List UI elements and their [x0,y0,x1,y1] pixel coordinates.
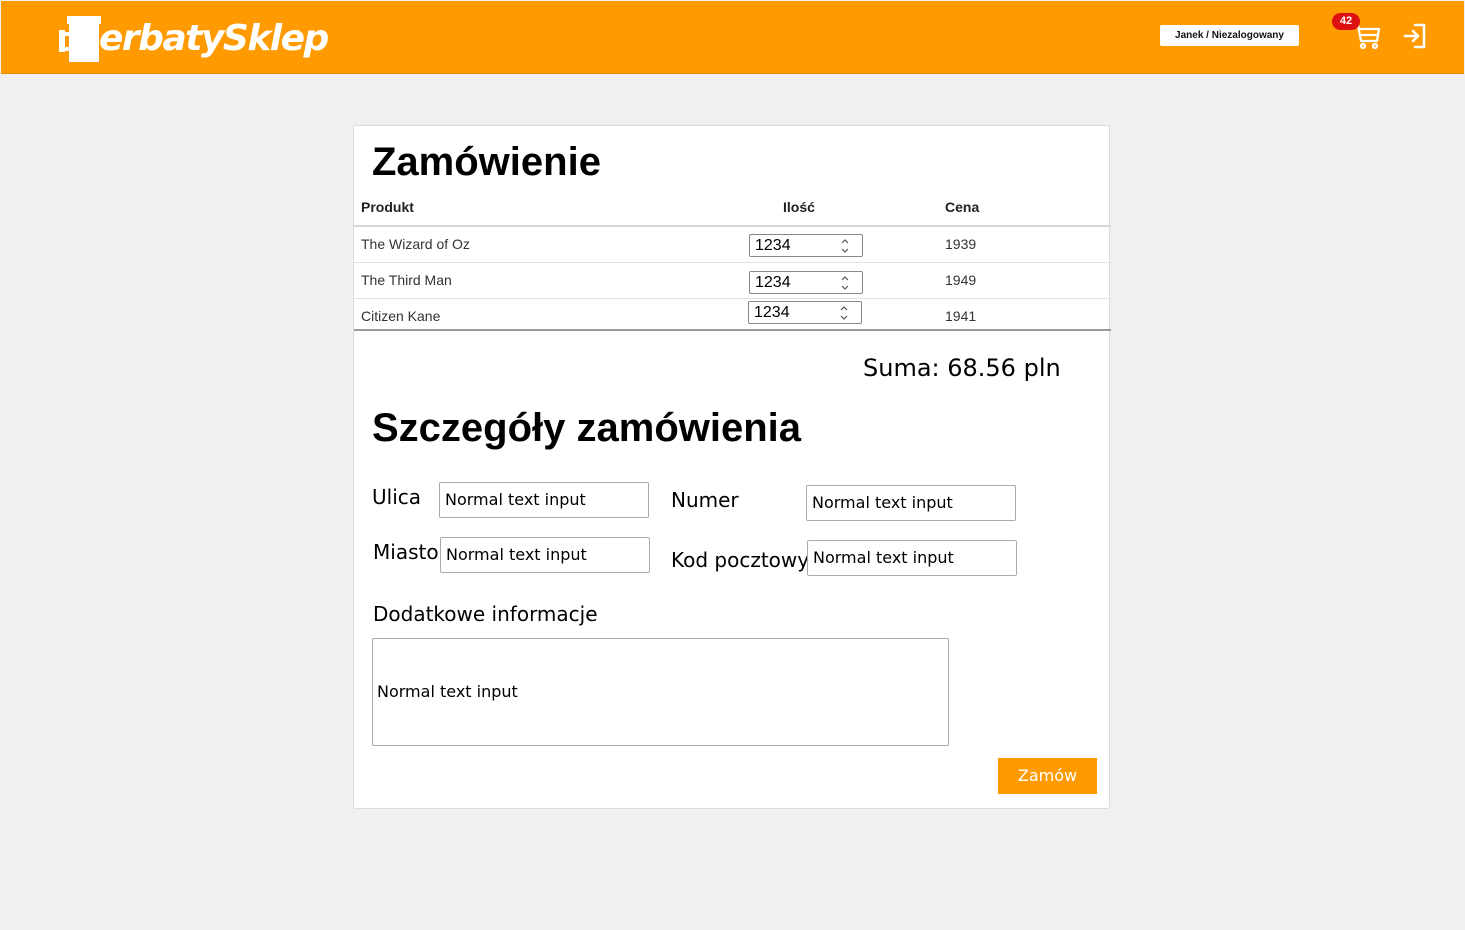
product-price: 1949 [945,272,977,288]
postal-code-input[interactable]: Normal text input [807,540,1017,576]
street-input[interactable]: Normal text input [439,482,649,518]
cart-count-badge: 42 [1332,13,1360,30]
order-total: Suma: 68.56 pln [863,354,1061,382]
top-bar: erbatySklep Janek / Niezalogowany 42 [1,1,1464,74]
city-input[interactable]: Normal text input [440,537,650,573]
stepper-arrows-icon[interactable] [840,237,850,255]
row-divider [354,262,1111,263]
quantity-stepper[interactable]: 1234 [749,271,863,294]
number-input[interactable]: Normal text input [806,485,1016,521]
quantity-value: 1234 [754,304,790,321]
extra-info-label: Dodatkowe informacje [373,602,598,626]
stepper-arrows-icon[interactable] [840,274,850,292]
product-name: The Wizard of Oz [361,236,470,252]
quantity-stepper[interactable]: 1234 [748,301,862,324]
city-label: Miasto [373,540,439,564]
table-bottom-divider [354,329,1111,331]
order-submit-button[interactable]: Zamów [998,758,1097,794]
row-divider [354,298,1111,299]
quantity-stepper[interactable]: 1234 [749,234,863,257]
column-header-product: Produkt [361,199,414,215]
product-price: 1939 [945,236,977,252]
column-header-price: Cena [945,199,980,215]
number-label: Numer [671,488,739,512]
details-title: Szczegóły zamówienia [372,406,802,450]
product-name: The Third Man [361,272,452,288]
quantity-value: 1234 [755,274,791,291]
order-card: Zamówienie Produkt Ilość Cena The Wizard… [353,125,1111,809]
cup-logo-icon [59,16,101,62]
user-badge[interactable]: Janek / Niezalogowany [1160,25,1299,46]
login-icon[interactable] [1400,21,1430,51]
logo[interactable]: erbatySklep [59,14,329,64]
order-title: Zamówienie [372,140,601,184]
quantity-value: 1234 [755,237,791,254]
extra-info-textarea[interactable]: Normal text input [372,638,949,746]
table-header-divider [354,225,1111,227]
column-header-quantity: Ilość [783,199,815,215]
product-name: Citizen Kane [361,308,441,324]
product-price: 1941 [945,308,977,324]
logo-text: erbatySklep [99,18,329,59]
postal-code-label: Kod pocztowy [671,548,810,572]
street-label: Ulica [372,485,422,509]
stepper-arrows-icon[interactable] [839,304,849,322]
